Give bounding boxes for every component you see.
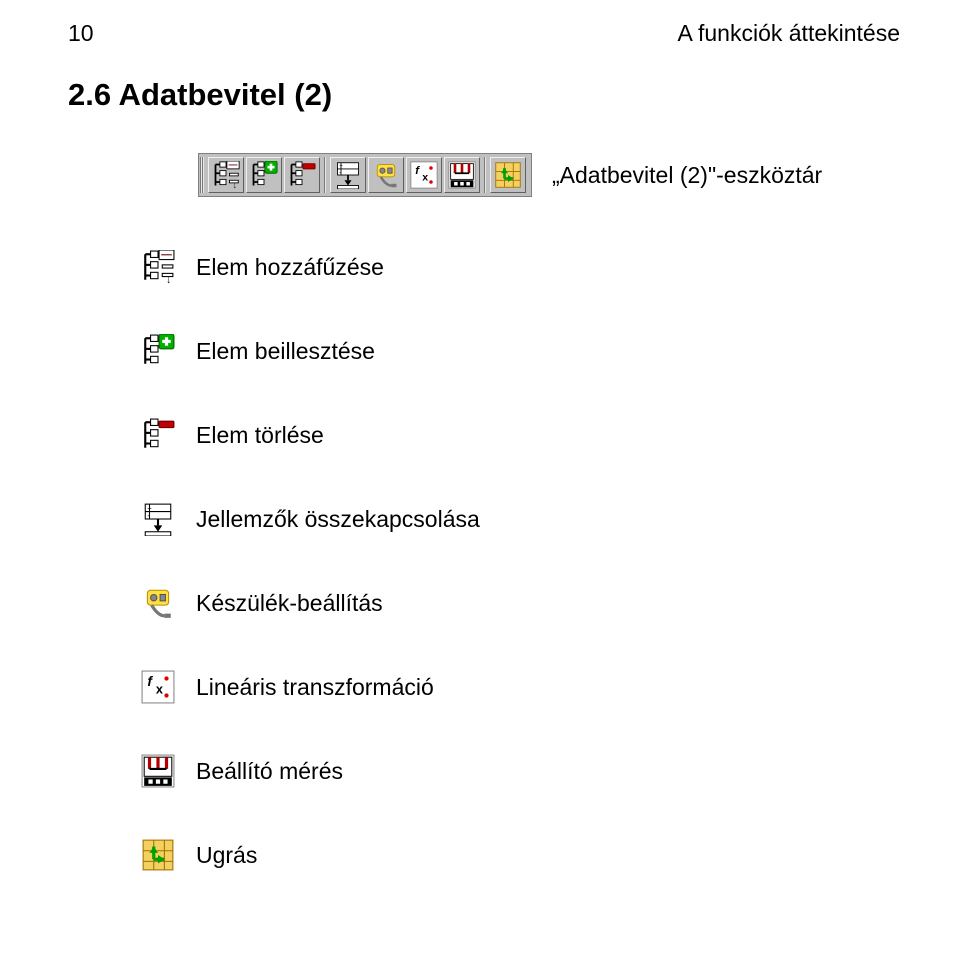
page-header: 10 A funkciók áttekintése (68, 20, 900, 47)
item-list: Elem hozzáfűzése Elem beillesztése Elem … (138, 247, 900, 875)
tb-append-button[interactable] (208, 157, 244, 193)
jump-icon (494, 161, 522, 189)
doc-title: A funkciók áttekintése (678, 20, 900, 47)
list-item: Elem törlése (138, 415, 900, 455)
toolbar-group-2 (326, 157, 484, 193)
list-item: Jellemzők összekapcsolása (138, 499, 900, 539)
tree-append-icon (138, 247, 178, 287)
toolbar-group-1 (204, 157, 324, 193)
item-label: Ugrás (196, 842, 257, 869)
page: 10 A funkciók áttekintése 2.6 Adatbevite… (0, 0, 960, 968)
tb-insert-button[interactable] (246, 157, 282, 193)
item-label: Elem beillesztése (196, 338, 375, 365)
link-attributes-icon (138, 499, 178, 539)
tb-link-button[interactable] (330, 157, 366, 193)
tb-device-button[interactable] (368, 157, 404, 193)
tree-delete-icon (288, 161, 316, 189)
item-label: Lineáris transzformáció (196, 674, 434, 701)
page-number: 10 (68, 20, 94, 47)
tb-linear-button[interactable] (406, 157, 442, 193)
tb-jump-button[interactable] (490, 157, 526, 193)
tree-append-icon (212, 161, 240, 189)
tb-measure-button[interactable] (444, 157, 480, 193)
item-label: Elem törlése (196, 422, 324, 449)
tree-delete-icon (138, 415, 178, 455)
jump-icon (138, 835, 178, 875)
list-item: Ugrás (138, 835, 900, 875)
toolbar (198, 153, 532, 197)
list-item: Készülék-beállítás (138, 583, 900, 623)
item-label: Elem hozzáfűzése (196, 254, 384, 281)
list-item: Beállító mérés (138, 751, 900, 791)
section-heading: 2.6 Adatbevitel (2) (68, 77, 900, 113)
device-settings-icon (138, 583, 178, 623)
tuning-measure-icon (138, 751, 178, 791)
tree-insert-icon (138, 331, 178, 371)
tuning-measure-icon (448, 161, 476, 189)
item-label: Beállító mérés (196, 758, 343, 785)
linear-transform-icon (138, 667, 178, 707)
toolbar-row: „Adatbevitel (2)"-eszköztár (198, 153, 900, 197)
linear-transform-icon (410, 161, 438, 189)
toolbar-caption: „Adatbevitel (2)"-eszköztár (552, 162, 822, 189)
tb-delete-button[interactable] (284, 157, 320, 193)
item-label: Jellemzők összekapcsolása (196, 506, 480, 533)
link-attributes-icon (334, 161, 362, 189)
list-item: Lineáris transzformáció (138, 667, 900, 707)
list-item: Elem hozzáfűzése (138, 247, 900, 287)
device-settings-icon (372, 161, 400, 189)
tree-insert-icon (250, 161, 278, 189)
list-item: Elem beillesztése (138, 331, 900, 371)
item-label: Készülék-beállítás (196, 590, 383, 617)
toolbar-group-3 (486, 157, 530, 193)
